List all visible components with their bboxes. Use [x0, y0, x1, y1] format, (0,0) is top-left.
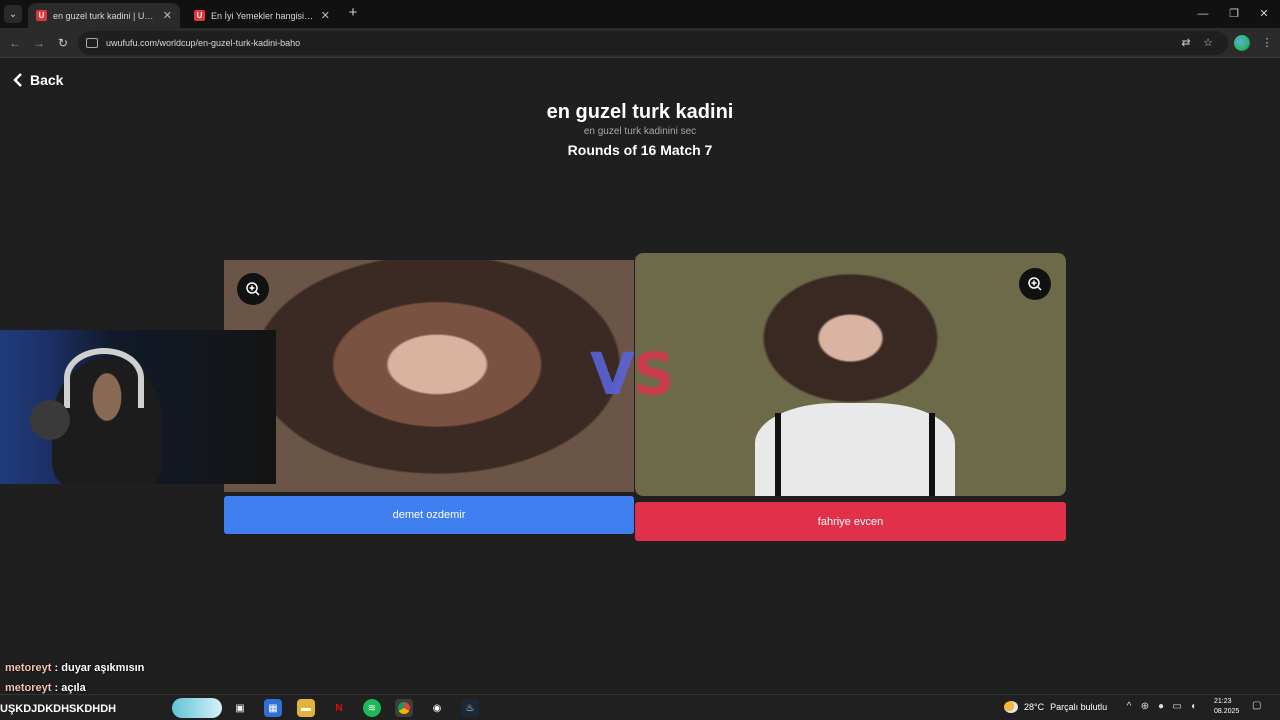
- close-tab-icon[interactable]: ✕: [163, 9, 172, 22]
- new-tab-button[interactable]: +: [345, 5, 361, 21]
- obs-icon[interactable]: ◉: [428, 699, 446, 717]
- site-favicon-icon: U: [194, 10, 205, 21]
- close-window-icon[interactable]: ✕: [1255, 5, 1273, 23]
- tab-title: En İyi Yemekler hangisidir | UwU: [211, 10, 315, 21]
- steam-icon[interactable]: ♨: [461, 699, 479, 717]
- candidate-left-image[interactable]: [224, 260, 634, 492]
- tab-list-button[interactable]: ⌄: [4, 5, 22, 23]
- taskbar-overlay-text: UŞKDJDKDHSKDHDH: [0, 703, 117, 715]
- microphone-graphic: [30, 400, 70, 440]
- weather-widget[interactable]: 28°C Parçalı bulutlu: [1004, 701, 1107, 713]
- chat-username: metoreyt: [5, 662, 52, 674]
- url-text: uwufufu.com/worldcup/en-guzel-turk-kadin…: [106, 38, 301, 48]
- address-bar[interactable]: uwufufu.com/worldcup/en-guzel-turk-kadin…: [78, 31, 1228, 55]
- restore-icon[interactable]: ❐: [1225, 5, 1243, 23]
- choice-right-button[interactable]: fahriye evcen: [635, 502, 1066, 541]
- chat-message: metoreyt : açıla: [5, 682, 86, 694]
- task-view-icon[interactable]: ▣: [231, 699, 249, 717]
- webcam-overlay: [0, 330, 276, 484]
- tab-inactive[interactable]: U En İyi Yemekler hangisidir | UwU ✕: [186, 3, 338, 28]
- vs-label: VS: [590, 340, 675, 408]
- spotify-icon[interactable]: ≋: [363, 699, 381, 717]
- forward-nav-icon[interactable]: →: [30, 34, 48, 52]
- store-icon[interactable]: ▦: [264, 699, 282, 717]
- minimize-icon[interactable]: —: [1194, 5, 1212, 23]
- tab-title: en guzel turk kadini | UwUFUFU: [53, 10, 157, 21]
- back-button[interactable]: Back: [12, 70, 63, 90]
- weather-text: Parçalı bulutlu: [1050, 702, 1108, 712]
- tray-app-icon[interactable]: ⊕: [1139, 701, 1151, 713]
- vs-letter-s: S: [632, 340, 675, 408]
- menu-dots-icon[interactable]: ⋮: [1258, 34, 1276, 52]
- candidate-right-image[interactable]: [635, 253, 1066, 496]
- browser-toolbar: ← → ↻ uwufufu.com/worldcup/en-guzel-turk…: [0, 28, 1280, 58]
- close-tab-icon[interactable]: ✕: [321, 9, 330, 22]
- chat-message: metoreyt : duyar aşıkmısın: [5, 662, 145, 674]
- choice-left-button[interactable]: demet ozdemir: [224, 496, 634, 534]
- chat-text: duyar aşıkmısın: [61, 662, 145, 674]
- zoom-in-icon[interactable]: [237, 273, 269, 305]
- taskbar: UŞKDJDKDHSKDHDH ▣ ▦ ▬ N ≋ ◉ ♨ 28°C Parça…: [0, 694, 1280, 720]
- chat-username: metoreyt: [5, 682, 52, 694]
- page-subtitle: en guzel turk kadinini sec: [583, 126, 697, 137]
- site-favicon-icon: U: [36, 10, 47, 21]
- shirt-graphic: [755, 403, 955, 496]
- system-clock[interactable]: 21:23 08.2025: [1214, 697, 1239, 717]
- chevron-left-icon: [13, 73, 22, 87]
- file-explorer-icon[interactable]: ▬: [297, 699, 315, 717]
- zoom-in-icon[interactable]: [1019, 268, 1051, 300]
- page-title: en guzel turk kadini: [546, 101, 734, 123]
- site-info-icon[interactable]: [86, 38, 98, 48]
- widgets-icon[interactable]: [172, 698, 222, 718]
- volume-icon[interactable]: ◖: [1187, 701, 1199, 713]
- network-icon[interactable]: ▭: [1171, 701, 1183, 713]
- chrome-icon[interactable]: [395, 699, 413, 717]
- browser-tab-strip: ⌄ U en guzel turk kadini | UwUFUFU ✕ U E…: [0, 0, 1280, 28]
- clock-date: 08.2025: [1214, 708, 1240, 715]
- tab-active[interactable]: U en guzel turk kadini | UwUFUFU ✕: [28, 3, 180, 28]
- partly-cloudy-icon: [1004, 701, 1018, 713]
- weather-temp: 28°C: [1024, 702, 1045, 712]
- chat-text: açıla: [61, 682, 86, 694]
- back-nav-icon[interactable]: ←: [6, 34, 24, 52]
- chevron-up-icon[interactable]: ^: [1123, 701, 1135, 713]
- back-label: Back: [30, 72, 64, 88]
- bookmark-star-icon[interactable]: ☆: [1199, 34, 1217, 52]
- vs-letter-v: V: [590, 340, 635, 408]
- netflix-icon[interactable]: N: [330, 699, 348, 717]
- microphone-icon[interactable]: ●: [1155, 701, 1167, 713]
- clock-time: 21:23: [1214, 698, 1232, 705]
- translate-icon[interactable]: ⇄: [1177, 34, 1195, 52]
- round-info: Rounds of 16 Match 7: [567, 142, 713, 158]
- reload-icon[interactable]: ↻: [54, 34, 72, 52]
- headset-graphic: [64, 348, 144, 408]
- profile-avatar-icon[interactable]: [1234, 35, 1250, 51]
- notification-icon[interactable]: ▢: [1252, 700, 1266, 714]
